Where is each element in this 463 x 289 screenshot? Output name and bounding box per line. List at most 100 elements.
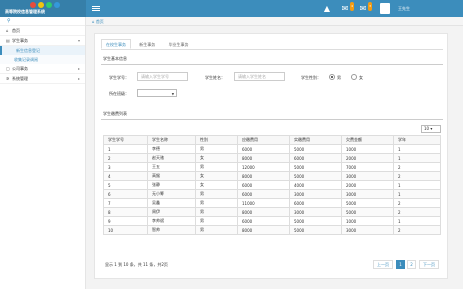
sidebar-search[interactable]: ⚲ xyxy=(0,17,85,26)
table-cell: 男 xyxy=(195,198,238,208)
table-cell: 3000 xyxy=(289,207,342,217)
table-cell: 4000 xyxy=(289,180,342,190)
table-cell: 1000 xyxy=(341,216,394,226)
table-row[interactable]: 5 张静女 6000 4000 2000 1 xyxy=(103,180,441,190)
sidebar-item-company-affairs[interactable]: ▢ 公司事务 ▸ xyxy=(0,64,85,74)
tab-graduates[interactable]: 毕业生事务 xyxy=(164,39,194,49)
table-cell: 6000 xyxy=(289,153,342,163)
table-cell: 8000 xyxy=(237,171,290,181)
tab-current-students[interactable]: 在校生事务 xyxy=(101,39,131,49)
sidebar-item-student-affairs[interactable]: ▤ 学生事务 ▾ xyxy=(0,36,85,46)
list-section-divider xyxy=(101,119,443,120)
col-header-year[interactable]: 学年 xyxy=(393,135,441,145)
gender-female-radio[interactable] xyxy=(351,74,357,80)
tab-bar: 在校生事务 新生事务 毕业生事务 xyxy=(101,39,196,49)
table-cell: 3000 xyxy=(341,171,394,181)
top-bar: 高等院校信息管理系统 ▲ ✉ 4 ✉ 3 王先生 xyxy=(0,0,463,17)
table-cell: 5000 xyxy=(341,198,394,208)
table-cell: 无小筹 xyxy=(147,189,196,199)
alert-icon[interactable]: ▲ xyxy=(322,4,332,13)
chevron-right-icon: ▸ xyxy=(77,76,80,81)
table-cell: 吴鑫 xyxy=(147,198,196,208)
chevron-right-icon: ▸ xyxy=(77,66,80,71)
table-cell: 1 xyxy=(393,153,441,163)
form-section-title: 学生基本信息 xyxy=(103,56,127,61)
page-button-2[interactable]: 2 xyxy=(407,260,416,269)
message-badge: 3 xyxy=(368,2,372,11)
table-row[interactable]: 10 智帅男 8000 5000 3000 2 xyxy=(103,225,441,235)
table-row[interactable]: 3 王五男 12000 5000 7000 2 xyxy=(103,162,441,172)
table-cell: 3000 xyxy=(289,189,342,199)
app-logo[interactable]: 高等院校信息管理系统 xyxy=(0,0,86,17)
table-cell: 8000 xyxy=(237,207,290,217)
table-cell: 李德 xyxy=(147,144,196,154)
prev-page-button[interactable]: 上一页 xyxy=(373,260,393,269)
table-row[interactable]: 6 无小筹男 6000 3000 3000 1 xyxy=(103,189,441,199)
table-row[interactable]: 4 高猴女 8000 5000 3000 2 xyxy=(103,171,441,181)
table-cell: 2 xyxy=(393,207,441,217)
table-cell: 5000 xyxy=(289,225,342,235)
sidebar-subitem-registration[interactable]: 新生信息登记 xyxy=(0,46,85,55)
table-cell: 5 xyxy=(103,180,148,190)
student-id-label: 学生学号： xyxy=(109,75,129,80)
sidebar-item-system[interactable]: ✲ 系统管理 ▸ xyxy=(0,74,85,84)
table-cell: 1000 xyxy=(341,144,394,154)
table-row[interactable]: 7 吴鑫男 11000 6000 5000 2 xyxy=(103,198,441,208)
table-row[interactable]: 8 周伊男 8000 3000 5000 2 xyxy=(103,207,441,217)
page-button-1[interactable]: 1 xyxy=(396,260,405,269)
table-cell: 1 xyxy=(393,189,441,199)
table-cell: 5000 xyxy=(289,162,342,172)
table-row[interactable]: 2 赵天驰女 8000 6000 2000 1 xyxy=(103,153,441,163)
col-header-name[interactable]: 学生名称 xyxy=(147,135,196,145)
table-row[interactable]: 9 李帅斌男 6000 5000 1000 1 xyxy=(103,216,441,226)
col-header-gender[interactable]: 性别 xyxy=(195,135,238,145)
col-header-paid[interactable]: 实缴费用 xyxy=(289,135,342,145)
student-name-label: 学生姓名： xyxy=(205,75,225,80)
search-icon[interactable]: ⚲ xyxy=(7,18,11,24)
col-header-owed[interactable]: 欠费金额 xyxy=(341,135,394,145)
sidebar-item-home[interactable]: ⌂ 首页 xyxy=(0,26,85,36)
table-cell: 高猴 xyxy=(147,171,196,181)
table-cell: 赵天驰 xyxy=(147,153,196,163)
student-name-input[interactable]: 请输入学生姓名 xyxy=(234,72,285,81)
next-page-button[interactable]: 下一页 xyxy=(419,260,439,269)
table-cell: 男 xyxy=(195,216,238,226)
class-select[interactable]: ▼ xyxy=(137,89,177,97)
table-row[interactable]: 1 李德男 6000 5000 1000 1 xyxy=(103,144,441,154)
table-cell: 10 xyxy=(103,225,148,235)
gender-label: 学生性别： xyxy=(301,75,321,80)
tab-new-students[interactable]: 新生事务 xyxy=(134,39,160,49)
table-cell: 7 xyxy=(103,198,148,208)
pager-info: 显示 1 到 10 条，共 11 条，共2页 xyxy=(105,262,168,267)
table-cell: 男 xyxy=(195,162,238,172)
table-cell: 1 xyxy=(393,180,441,190)
notification-icon[interactable]: ✉ 4 xyxy=(340,2,354,13)
col-header-due[interactable]: 应缴费用 xyxy=(237,135,290,145)
sidebar: ⚲ ⌂ 首页 ▤ 学生事务 ▾ 新生信息登记 收集记录调阅 ▢ 公司事务 ▸ ✲ 系统管理 ▸ xyxy=(0,17,86,289)
class-label: 所在班级： xyxy=(109,91,129,96)
student-id-input[interactable]: 请输入学生学号 xyxy=(137,72,188,81)
gender-male-label: 男 xyxy=(337,75,341,80)
user-name[interactable]: 王先生 xyxy=(398,6,410,12)
table-cell: 2 xyxy=(393,171,441,181)
sidebar-item-label: 公司事务 xyxy=(12,66,28,71)
breadcrumb-home[interactable]: 首页 xyxy=(96,19,104,24)
table-cell: 男 xyxy=(195,189,238,199)
sidebar-subitem-records[interactable]: 收集记录调阅 xyxy=(0,55,85,64)
message-icon[interactable]: ✉ 3 xyxy=(358,2,372,13)
gender-male-radio[interactable] xyxy=(329,74,335,80)
table-cell: 2 xyxy=(103,153,148,163)
col-header-id[interactable]: 学生学号 xyxy=(103,135,148,145)
avatar[interactable] xyxy=(380,3,390,14)
gender-female-label: 女 xyxy=(359,75,363,80)
caret-down-icon: ▼ xyxy=(171,92,174,96)
table-cell: 2000 xyxy=(341,153,394,163)
table-cell: 5000 xyxy=(289,216,342,226)
table-cell: 7000 xyxy=(341,162,394,172)
menu-toggle-icon[interactable] xyxy=(92,5,100,12)
page-size-select[interactable]: 10 ▾ xyxy=(421,125,441,133)
table-cell: 李帅斌 xyxy=(147,216,196,226)
sidebar-item-label: 系统管理 xyxy=(12,76,28,81)
table-cell: 6000 xyxy=(237,144,290,154)
table-cell: 女 xyxy=(195,180,238,190)
